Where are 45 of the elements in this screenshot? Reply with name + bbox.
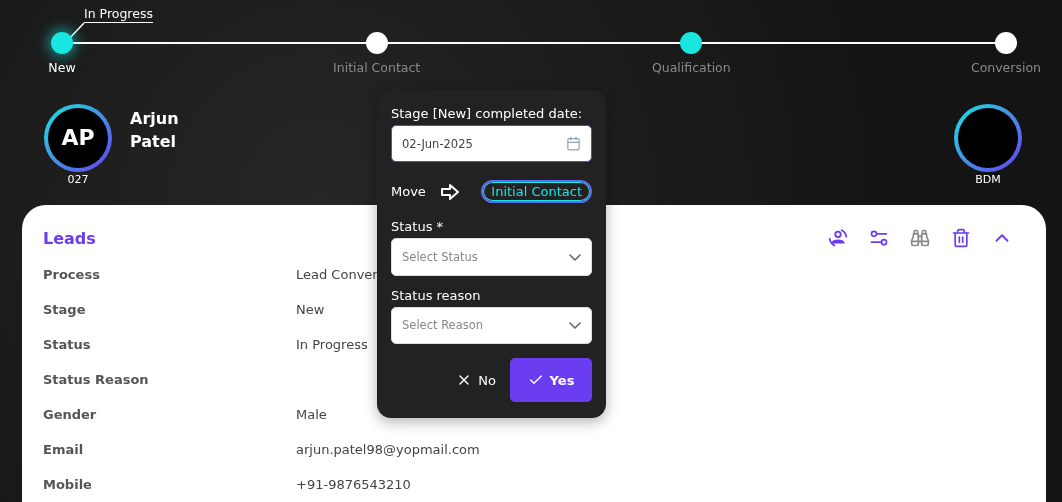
card-title: Leads [43,228,96,248]
date-field[interactable]: 02-Jun-2025 [391,125,592,163]
stage-label: Conversion [970,60,1041,75]
stage-dot[interactable] [994,32,1017,54]
stage-label: Qualification [651,60,731,75]
stage-label: New [48,60,76,75]
target-stage: Initial Contact [481,180,592,204]
field-value: +91-9876543210 [296,477,412,492]
stage-dot[interactable] [680,32,703,54]
field-label: Status Reason [43,372,150,387]
reason-dropdown[interactable]: Select Reason [391,306,592,344]
date-label: Stage [New] completed date: [391,106,584,121]
field-value: New [296,302,326,317]
chevron-down-icon [569,321,581,329]
arrow-right-icon [439,182,460,201]
field-label: Status [43,337,92,352]
no-button[interactable]: No [456,372,496,388]
field-label: Gender [43,407,98,422]
field-label: Stage [43,302,87,317]
yes-button[interactable]: Yes [510,358,592,402]
field-value: Male [296,407,328,422]
stage-dot[interactable] [51,32,73,54]
calendar-icon [566,136,581,152]
status-dropdown[interactable]: Select Status [391,238,592,276]
field-label: Process [43,267,101,282]
person-sync-icon [827,227,849,249]
move-label: Move [391,184,426,200]
status-label: Status * [391,219,445,235]
trash-icon [951,228,971,248]
avatar-initials: AP [61,125,95,151]
lead-code: 027 [67,172,89,186]
field-label: Email [43,442,85,457]
reason-label: Status reason [391,287,482,303]
stage-label: Initial Contact [333,60,421,75]
stage-status: In Progress [84,6,153,23]
field-label: Mobile [43,477,93,492]
field-value: arjun.patel98@yopmail.com [296,442,481,457]
chevron-down-icon [569,253,581,261]
stage-dot[interactable] [365,32,388,54]
field-value: Lead Conver [296,267,379,282]
lead-name: Arjun Patel [130,107,180,153]
sliders-icon [869,228,889,248]
binoculars-icon [910,228,930,248]
owner-role: BDM [975,172,1001,186]
field-value: In Progress [296,337,369,352]
